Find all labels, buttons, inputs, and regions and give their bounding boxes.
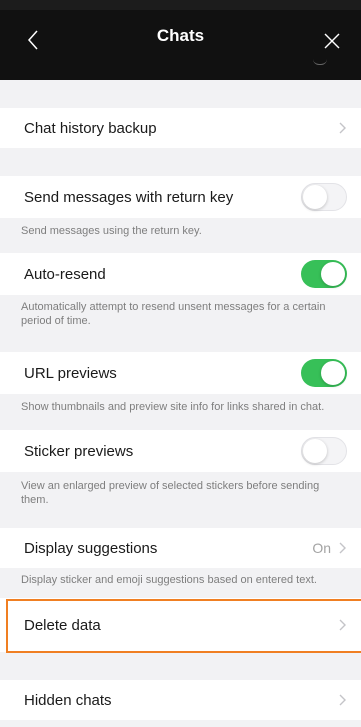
chat-history-backup-row[interactable]: Chat history backup — [0, 108, 361, 148]
hidden-chats-row[interactable]: Hidden chats — [0, 680, 361, 720]
url-previews-label: URL previews — [24, 364, 117, 382]
display-suggestions-value: On — [312, 540, 331, 556]
chat-history-backup-label: Chat history backup — [24, 119, 157, 137]
auto-resend-toggle[interactable] — [301, 260, 347, 288]
close-icon — [324, 33, 340, 49]
toggle-knob — [321, 262, 345, 286]
sticker-previews-toggle[interactable] — [301, 437, 347, 465]
send-return-key-row: Send messages with return key — [0, 176, 361, 218]
chevron-right-icon — [339, 122, 346, 134]
display-suggestions-desc: Display sticker and emoji suggestions ba… — [21, 574, 317, 586]
scroll-remnant — [313, 58, 327, 65]
delete-data-highlight — [6, 599, 361, 653]
chevron-right-icon — [339, 542, 346, 554]
toggle-knob — [321, 361, 345, 385]
url-previews-row: URL previews — [0, 352, 361, 394]
display-suggestions-row[interactable]: Display suggestions On — [0, 528, 361, 568]
hidden-chats-label: Hidden chats — [24, 691, 112, 709]
sticker-previews-desc: View an enlarged preview of selected sti… — [21, 480, 320, 506]
send-return-key-label: Send messages with return key — [24, 188, 234, 206]
auto-resend-label: Auto-resend — [24, 265, 106, 283]
close-button[interactable] — [321, 27, 343, 55]
display-suggestions-label: Display suggestions — [24, 539, 158, 557]
status-bar — [0, 0, 361, 10]
page-title: Chats — [156, 26, 205, 45]
sticker-previews-row: Sticker previews — [0, 430, 361, 472]
url-previews-desc: Show thumbnails and preview site info fo… — [21, 401, 325, 413]
toggle-knob — [303, 184, 327, 209]
toggle-knob — [303, 438, 327, 463]
sticker-previews-label: Sticker previews — [24, 442, 134, 460]
chevron-right-icon — [339, 694, 346, 706]
send-return-key-desc: Send messages using the return key. — [21, 225, 202, 237]
auto-resend-row: Auto-resend — [0, 253, 361, 295]
send-return-key-toggle[interactable] — [301, 183, 347, 211]
url-previews-toggle[interactable] — [301, 359, 347, 387]
header-bar: Chats — [0, 0, 361, 80]
auto-resend-desc: Automatically attempt to resend unsent m… — [21, 301, 326, 327]
